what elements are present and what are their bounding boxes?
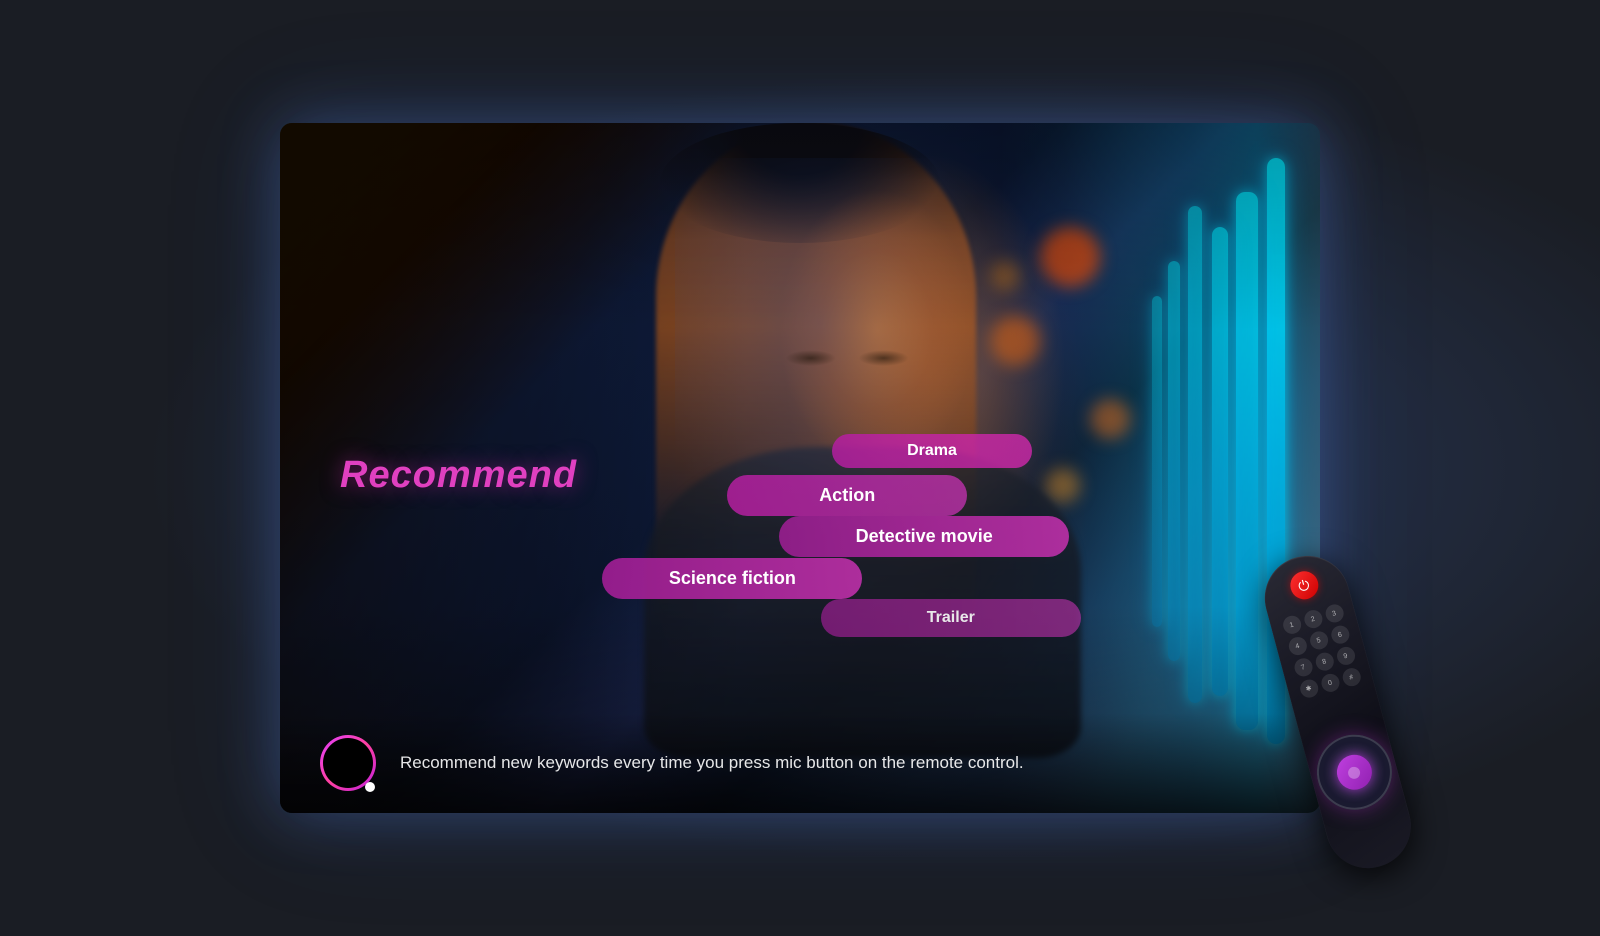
tv-screen: Recommend Drama Action Detective movie S…	[280, 123, 1320, 813]
remote-btn-5[interactable]: 5	[1308, 629, 1330, 651]
remote-number-grid: 1 2 3 4 5 6 7 8 9 ✱ 0 #	[1281, 603, 1363, 700]
bottom-text: Recommend new keywords every time you pr…	[400, 753, 1024, 773]
wheel-outer	[1308, 726, 1400, 818]
genre-pills-container: Drama Action Detective movie Science fic…	[280, 123, 1320, 813]
remote-btn-1[interactable]: 1	[1281, 614, 1303, 636]
remote-btn-8[interactable]: 8	[1313, 651, 1335, 673]
pill-science-fiction[interactable]: Science fiction	[602, 558, 862, 599]
remote-btn-0[interactable]: 0	[1319, 672, 1341, 694]
remote-btn-3[interactable]: 3	[1323, 603, 1345, 625]
pill-trailer[interactable]: Trailer	[821, 599, 1081, 637]
ui-overlay: Recommend Drama Action Detective movie S…	[280, 123, 1320, 813]
mic-dot	[365, 782, 375, 792]
pill-action[interactable]: Action	[727, 475, 967, 516]
remote-btn-4[interactable]: 4	[1286, 635, 1308, 657]
wheel-inner	[1333, 751, 1376, 794]
bottom-bar: Recommend new keywords every time you pr…	[280, 713, 1320, 813]
remote-nav-wheel[interactable]	[1308, 726, 1400, 818]
tv-container: Recommend Drama Action Detective movie S…	[280, 123, 1320, 813]
remote-btn-hash[interactable]: #	[1340, 666, 1362, 688]
remote-power-button[interactable]	[1287, 568, 1321, 602]
mic-icon[interactable]	[320, 735, 376, 791]
remote-top-area: 1 2 3 4 5 6 7 8 9 ✱ 0 #	[1266, 563, 1366, 701]
remote-btn-2[interactable]: 2	[1302, 608, 1324, 630]
remote-btn-star[interactable]: ✱	[1298, 678, 1320, 700]
remote-btn-9[interactable]: 9	[1335, 645, 1357, 667]
remote-btn-6[interactable]: 6	[1329, 624, 1351, 646]
pill-detective-movie[interactable]: Detective movie	[779, 516, 1069, 557]
remote-btn-7[interactable]: 7	[1292, 656, 1314, 678]
pill-drama[interactable]: Drama	[832, 434, 1032, 468]
